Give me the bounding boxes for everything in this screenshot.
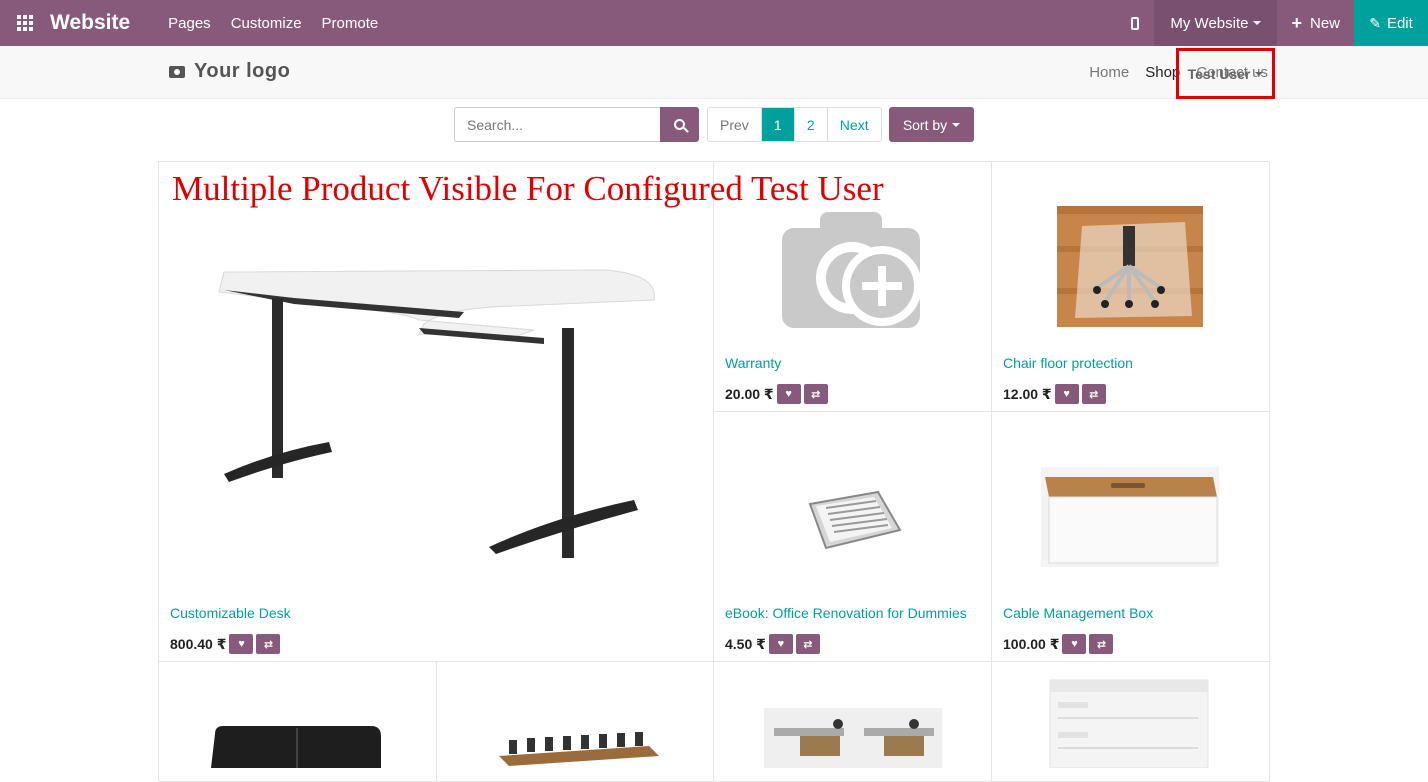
product-name[interactable]: Cable Management Box (1003, 605, 1153, 621)
compare-arrows-icon[interactable]: ⇄ (1089, 634, 1114, 654)
product-search (454, 107, 699, 142)
product-card[interactable]: Chair floor protection 12.00 ₹ ♥ ⇄ (992, 162, 1270, 412)
drawer-cabinet-image (1049, 679, 1209, 768)
new-button[interactable]: + New (1277, 0, 1354, 46)
ebook-image (808, 490, 902, 550)
pager-page-2[interactable]: 2 (793, 108, 827, 141)
product-name[interactable]: Chair floor protection (1003, 355, 1133, 371)
pager: Prev 1 2 Next (707, 107, 882, 142)
price-value: 20.00 ₹ (725, 385, 774, 402)
product-name[interactable]: Customizable Desk (170, 605, 291, 621)
user-menu[interactable]: Test User (1176, 48, 1275, 99)
edit-button[interactable]: ✎ Edit (1354, 0, 1428, 46)
product-name[interactable]: Warranty (725, 355, 781, 371)
website-switcher-label: My Website (1170, 14, 1249, 32)
caret-down-icon (1255, 71, 1264, 76)
menu-customize[interactable]: Customize (231, 15, 302, 32)
cable-box-image (1041, 467, 1219, 567)
compare-arrows-icon[interactable]: ⇄ (795, 634, 820, 654)
product-name[interactable]: eBook: Office Renovation for Dummies (725, 605, 967, 621)
product-card[interactable]: Cable Management Box 100.00 ₹ ♥ ⇄ (992, 412, 1270, 662)
price-value: 4.50 ₹ (725, 635, 766, 652)
chair-floor-mat-image (1057, 206, 1203, 327)
mobile-preview-icon[interactable] (1116, 0, 1154, 46)
camera-icon (169, 65, 185, 78)
website-switcher[interactable]: My Website (1154, 0, 1278, 46)
wishlist-heart-icon[interactable]: ♥ (229, 634, 254, 654)
product-card[interactable]: Customizable Desk 800.40 ₹ ♥ ⇄ (159, 162, 714, 662)
edit-button-label: Edit (1386, 14, 1413, 32)
office-desks-image (764, 708, 942, 768)
product-price: 20.00 ₹ ♥ ⇄ (725, 384, 828, 404)
compare-arrows-icon[interactable]: ⇄ (803, 384, 828, 404)
sort-by-label: Sort by (902, 116, 948, 133)
sort-by-dropdown[interactable]: Sort by (889, 107, 974, 142)
search-input[interactable] (454, 107, 660, 142)
product-card[interactable] (714, 662, 992, 782)
nav-home[interactable]: Home (1089, 64, 1129, 81)
pager-page-1[interactable]: 1 (760, 108, 794, 141)
product-card[interactable]: eBook: Office Renovation for Dummies 4.5… (714, 412, 992, 662)
product-price: 800.40 ₹ ♥ ⇄ (170, 634, 281, 654)
wishlist-heart-icon[interactable]: ♥ (1054, 384, 1079, 404)
product-grid: Customizable Desk 800.40 ₹ ♥ ⇄ Warranty … (158, 161, 1270, 782)
caret-down-icon (1253, 21, 1262, 25)
pencil-icon: ✎ (1369, 14, 1381, 31)
price-value: 800.40 ₹ (170, 635, 227, 652)
product-price: 100.00 ₹ ♥ ⇄ (1003, 634, 1114, 654)
pager-prev[interactable]: Prev (708, 108, 761, 141)
search-icon (674, 119, 685, 130)
product-card[interactable] (992, 662, 1270, 782)
compare-arrows-icon[interactable]: ⇄ (256, 634, 281, 654)
menu-pages[interactable]: Pages (168, 15, 211, 32)
wishlist-heart-icon[interactable]: ♥ (768, 634, 793, 654)
wishlist-heart-icon[interactable]: ♥ (1062, 634, 1087, 654)
pager-next[interactable]: Next (826, 108, 881, 141)
plus-icon: + (1291, 12, 1302, 33)
placeholder-camera-icon (782, 212, 922, 328)
price-value: 12.00 ₹ (1003, 385, 1052, 402)
site-logo[interactable]: Your logo (169, 60, 290, 83)
annotation-caption: Multiple Product Visible For Configured … (172, 169, 884, 208)
user-menu-label: Test User (1187, 65, 1251, 82)
caret-down-icon (952, 122, 961, 127)
product-card[interactable] (437, 662, 714, 782)
product-price: 4.50 ₹ ♥ ⇄ (725, 634, 820, 654)
wishlist-heart-icon[interactable]: ♥ (776, 384, 801, 404)
compare-arrows-icon[interactable]: ⇄ (1081, 384, 1106, 404)
admin-topbar: Website Pages Customize Promote My Websi… (0, 0, 1428, 46)
product-card[interactable] (159, 662, 437, 782)
sofa-image (211, 726, 381, 768)
desk-image (218, 269, 655, 558)
apps-menu-icon[interactable] (0, 0, 50, 46)
app-title: Website (50, 11, 131, 34)
search-button[interactable] (660, 107, 699, 142)
logo-text: Your logo (194, 60, 291, 82)
price-value: 100.00 ₹ (1003, 635, 1060, 652)
conference-table-image (499, 732, 659, 766)
menu-promote[interactable]: Promote (322, 15, 379, 32)
product-price: 12.00 ₹ ♥ ⇄ (1003, 384, 1106, 404)
new-button-label: New (1309, 14, 1340, 32)
